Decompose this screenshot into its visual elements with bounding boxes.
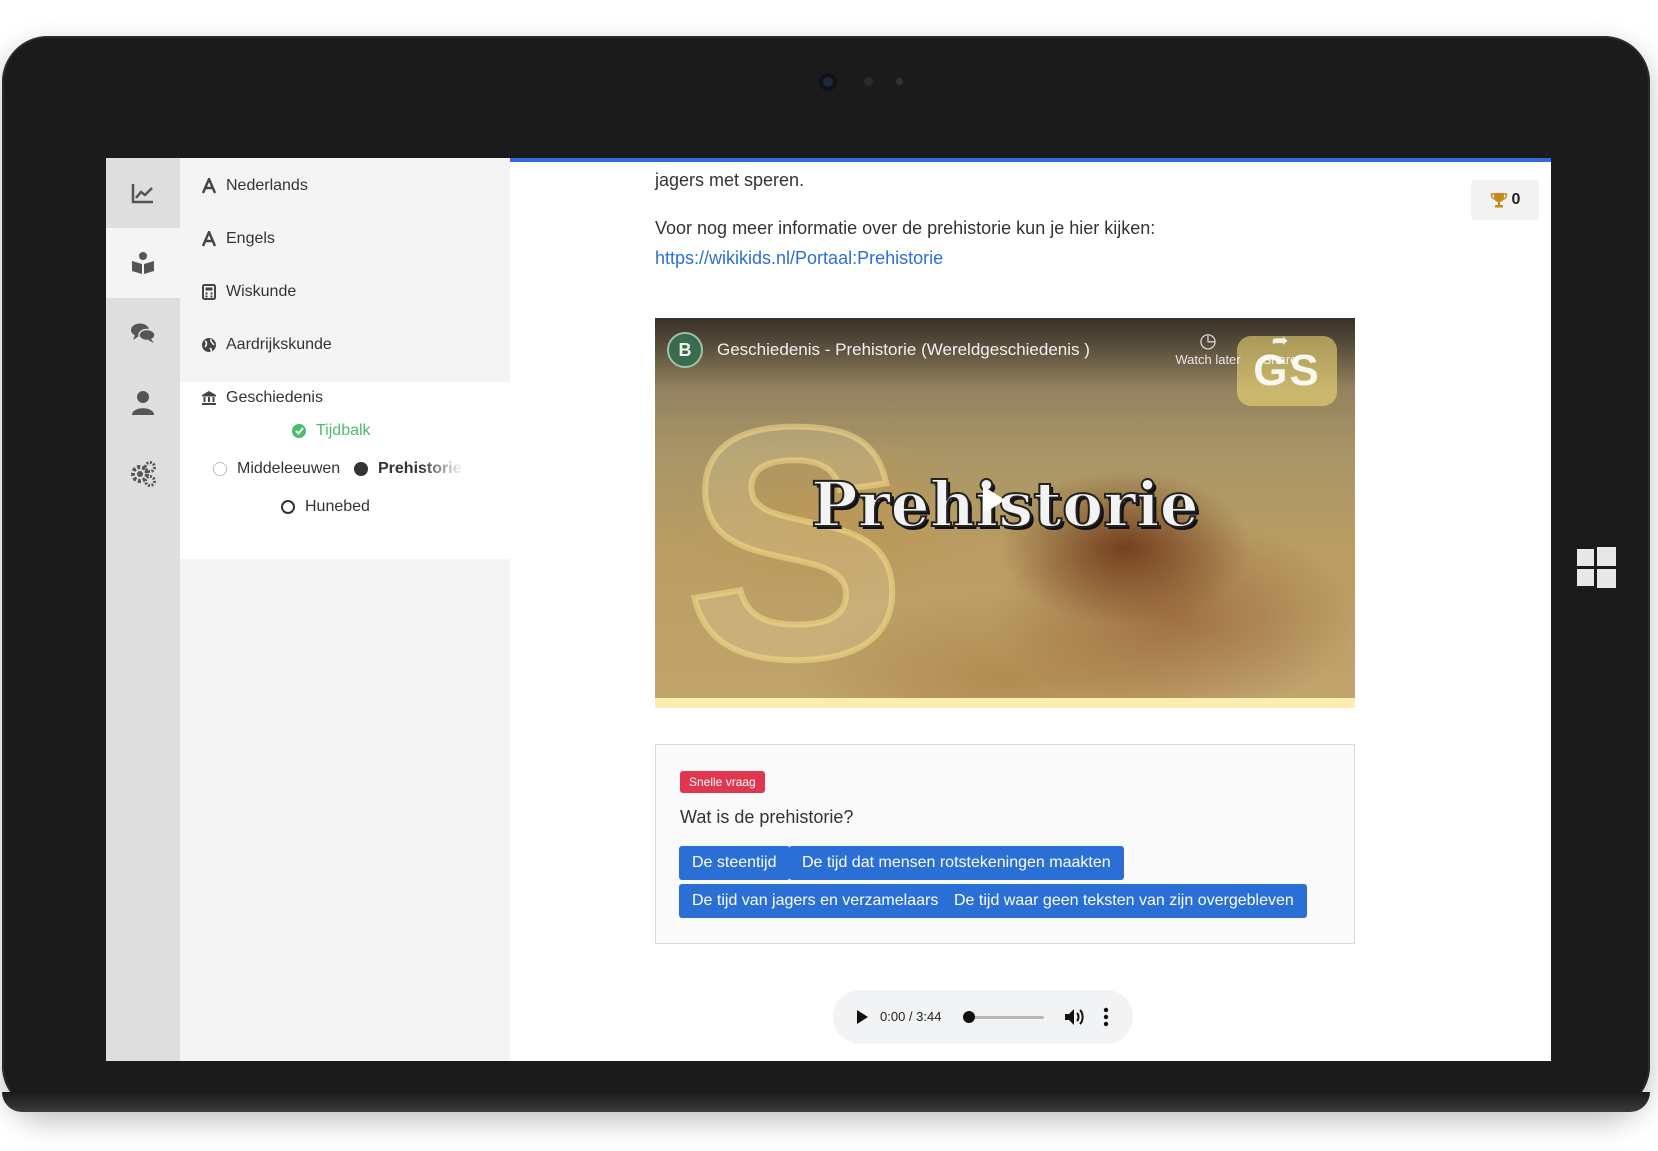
nav-item-label: Aardrijkskunde (226, 336, 332, 353)
rail-profile-button[interactable] (106, 368, 180, 438)
audio-player: 0:00 / 3:44 (833, 990, 1133, 1044)
quick-question-card: Snelle vraag Wat is de prehistorie? De s… (655, 744, 1355, 944)
answer-button[interactable]: De tijd dat mensen rotstekeningen maakte… (789, 846, 1124, 880)
font-icon (200, 177, 218, 195)
youtube-embed[interactable]: S B Geschiedenis - Prehistorie (Wereldge… (655, 318, 1355, 698)
wikikids-link[interactable]: https://wikikids.nl/Portaal:Prehistorie (655, 248, 943, 269)
nav-item-aardrijkskunde[interactable]: Aardrijkskunde (180, 317, 510, 373)
calculator-icon (200, 283, 218, 301)
chart-line-icon (131, 184, 153, 204)
sensor-icon (864, 77, 873, 86)
nav-item-label: Geschiedenis (226, 389, 323, 406)
nav-item-engels[interactable]: Engels (180, 211, 510, 267)
nav-item-label: Wiskunde (226, 283, 297, 300)
nav-item-nederlands[interactable]: Nederlands (180, 158, 510, 214)
paragraph-text: jagers met speren. (655, 170, 805, 190)
subject-nav: Nederlands Engels Wiskunde Aardrijkskund… (180, 158, 510, 1061)
video-title[interactable]: Geschiedenis - Prehistorie (Wereldgeschi… (717, 340, 1090, 360)
more-options-icon[interactable] (1103, 1007, 1109, 1027)
tablet-frame: Nederlands Engels Wiskunde Aardrijkskund… (2, 36, 1650, 1112)
answer-button[interactable]: De tijd van jagers en verzamelaars (679, 884, 952, 918)
topic-middeleeuwen[interactable]: Middeleeuwen (213, 460, 340, 478)
empty-circle-icon (281, 500, 295, 514)
comments-icon (131, 323, 156, 343)
topic-label: Hunebed (305, 498, 370, 515)
lesson-content: 0 jagers met speren. Voor nog meer infor… (510, 158, 1551, 1061)
share-label: Share (1262, 352, 1298, 367)
book-reader-icon (132, 252, 154, 274)
topic-label: Prehistorie (378, 460, 462, 477)
audio-play-button[interactable] (857, 1010, 868, 1024)
font-icon (200, 230, 218, 248)
rail-chat-button[interactable] (106, 298, 180, 368)
topic-label: Tijdbalk (316, 422, 371, 439)
trophy-score: 0 (1471, 180, 1539, 220)
check-circle-icon (292, 424, 306, 438)
rail-progress-button[interactable] (106, 158, 180, 228)
channel-avatar[interactable]: B (667, 332, 703, 368)
watch-later-label: Watch later (1175, 352, 1241, 367)
audio-time: 0:00 / 3:44 (880, 1009, 942, 1024)
audio-seek-bar[interactable] (969, 1016, 1044, 1019)
globe-icon (200, 336, 218, 354)
video-bottom-strip (655, 698, 1355, 708)
paragraph-text: Voor nog meer informatie over de prehist… (655, 218, 1156, 238)
trophy-icon (1490, 193, 1507, 208)
trophy-count: 0 (1511, 191, 1521, 208)
reading-progress-bar (510, 158, 1551, 162)
play-icon[interactable] (983, 486, 1005, 514)
volume-icon[interactable] (1063, 1007, 1085, 1027)
sensor-icon (896, 78, 903, 85)
answer-button[interactable]: De steentijd (679, 846, 790, 880)
topic-tijdbalk[interactable]: Tijdbalk (292, 422, 371, 440)
share-icon: ➦ (1271, 330, 1289, 352)
landmark-icon (200, 389, 218, 407)
windows-logo-icon[interactable] (1577, 547, 1616, 588)
share-button[interactable]: ➦ Share (1245, 330, 1315, 367)
empty-circle-icon (213, 462, 227, 476)
watch-later-button[interactable]: ◷ Watch later (1173, 330, 1243, 367)
rail-settings-button[interactable] (106, 438, 180, 508)
clock-icon: ◷ (1199, 330, 1217, 352)
nav-item-label: Nederlands (226, 177, 308, 194)
app-screen: Nederlands Engels Wiskunde Aardrijkskund… (106, 158, 1551, 1061)
user-icon (132, 391, 154, 415)
answer-button[interactable]: De tijd waar geen teksten van zijn overg… (941, 884, 1307, 918)
cogs-icon (131, 461, 156, 487)
topic-prehistorie[interactable]: Prehistorie (354, 460, 464, 478)
camera-icon (819, 73, 837, 91)
topic-label: Middeleeuwen (237, 460, 341, 477)
audio-seek-handle[interactable] (963, 1011, 975, 1023)
filled-circle-icon (354, 462, 368, 476)
quick-question-badge: Snelle vraag (680, 771, 765, 793)
question-text: Wat is de prehistorie? (680, 807, 854, 827)
icon-rail (106, 158, 180, 1061)
topic-hunebed[interactable]: Hunebed (281, 498, 370, 516)
nav-item-geschiedenis[interactable]: Geschiedenis (180, 370, 510, 426)
nav-item-wiskunde[interactable]: Wiskunde (180, 264, 510, 320)
video-overlay-word: Prehistorie (810, 467, 1200, 542)
nav-item-label: Engels (226, 230, 275, 247)
rail-lessons-button[interactable] (106, 228, 180, 298)
